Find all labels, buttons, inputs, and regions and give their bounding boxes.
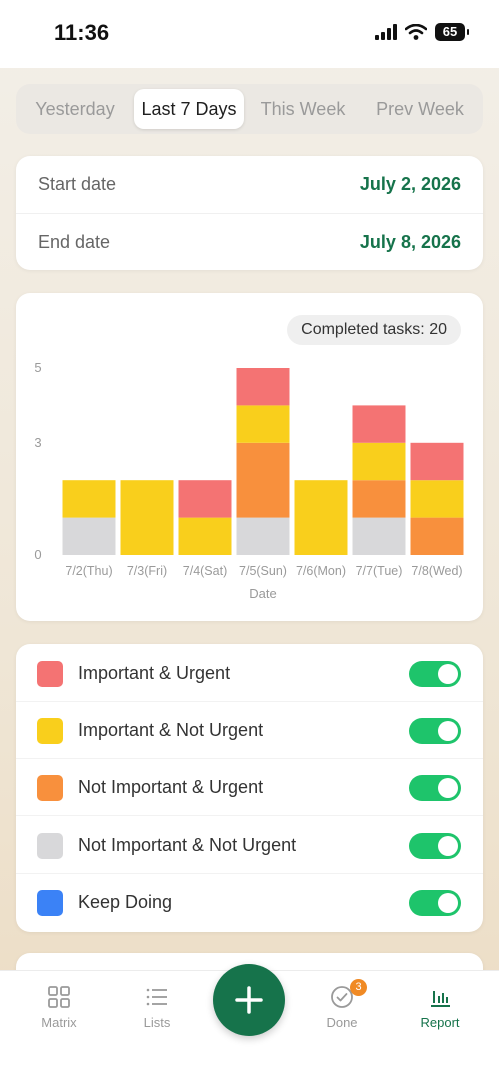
battery-indicator: 65	[435, 23, 469, 41]
bar-segment	[352, 480, 406, 518]
toggle-keep-doing[interactable]	[409, 889, 461, 916]
bar-segment	[294, 480, 348, 555]
wifi-icon	[405, 24, 427, 40]
toggle-knob	[438, 835, 458, 856]
bar-segment	[236, 517, 290, 555]
bar-segment	[352, 517, 406, 555]
status-bar: 11:36 65	[0, 0, 499, 68]
bar-segment	[178, 480, 232, 518]
tab-report-label: Report	[420, 1015, 460, 1030]
toggle-knob	[438, 720, 458, 741]
legend-label: Not Important & Urgent	[78, 777, 264, 797]
bar-segment	[120, 480, 174, 555]
divider	[16, 815, 483, 816]
bar-segment	[178, 517, 232, 555]
legend-row-important-urgent: Important & Urgent	[16, 645, 483, 702]
bar-segment	[62, 517, 116, 555]
tab-lists[interactable]: Lists	[117, 985, 197, 1030]
bar-segment	[410, 480, 464, 518]
tab-done-label: Done	[326, 1015, 358, 1030]
x-tick-label: 7/7(Tue)	[356, 564, 403, 578]
segment-prev-week[interactable]: Prev Week	[362, 89, 478, 129]
x-tick-label: 7/2(Thu)	[65, 564, 112, 578]
bar-segment	[236, 405, 290, 443]
bar-segment	[236, 442, 290, 518]
x-tick-label: 7/6(Mon)	[296, 564, 346, 578]
legend-label: Not Important & Not Urgent	[78, 835, 297, 855]
toggle-knob	[438, 892, 458, 913]
date-range-card: Start date July 2, 2026 End date July 8,…	[16, 156, 483, 270]
segment-last-7-days[interactable]: Last 7 Days	[134, 89, 244, 129]
start-date-row[interactable]: Start date July 2, 2026	[16, 156, 483, 213]
legend-card: Important & Urgent Important & Not Urgen…	[16, 644, 483, 932]
status-time: 11:36	[54, 20, 110, 45]
tab-report[interactable]: Report	[400, 985, 480, 1030]
legend-row-not-important-urgent: Not Important & Urgent	[16, 759, 483, 816]
legend-label: Important & Not Urgent	[78, 720, 264, 740]
legend-row-keep-doing: Keep Doing	[16, 874, 483, 931]
legend-row-not-important-not-urgent: Not Important & Not Urgent	[16, 817, 483, 874]
toggle-knob	[438, 777, 458, 798]
done-count-badge: 3	[350, 979, 367, 996]
y-tick-label: 5	[34, 360, 41, 375]
y-tick-label: 3	[34, 435, 41, 450]
segment-this-week[interactable]: This Week	[244, 89, 362, 129]
x-tick-label: 7/3(Fri)	[127, 564, 167, 578]
toggle-important-urgent[interactable]	[409, 660, 461, 687]
x-tick-label: 7/8(Wed)	[411, 564, 462, 578]
bar-segment	[236, 368, 290, 406]
legend-swatch	[37, 832, 63, 859]
tab-matrix-label: Matrix	[41, 1015, 77, 1030]
end-date-label: End date	[38, 231, 111, 252]
bar-segment	[352, 442, 406, 481]
date-range-segmented-control: Yesterday Last 7 Days This Week Prev Wee…	[16, 84, 483, 134]
segment-yesterday[interactable]: Yesterday	[16, 89, 134, 129]
grid-icon	[48, 986, 70, 1008]
toggle-not-important-not-urgent[interactable]	[409, 832, 461, 859]
tab-matrix[interactable]: Matrix	[19, 985, 99, 1030]
legend-swatch	[37, 717, 63, 744]
legend-label: Keep Doing	[78, 892, 173, 912]
bar-chart-icon	[431, 991, 450, 1007]
legend-swatch	[37, 889, 63, 916]
x-axis-label: Date	[249, 586, 276, 601]
legend-label: Important & Urgent	[78, 663, 231, 683]
toggle-important-not-urgent[interactable]	[409, 717, 461, 744]
cellular-signal-icon	[375, 24, 397, 40]
tab-lists-label: Lists	[143, 1015, 171, 1030]
end-date-row[interactable]: End date July 8, 2026	[16, 213, 483, 270]
tab-done[interactable]: Done	[302, 985, 382, 1030]
y-tick-label: 0	[34, 547, 41, 562]
bar-segment	[410, 517, 464, 555]
add-task-button[interactable]	[213, 964, 285, 1036]
status-icons: 65	[375, 23, 469, 41]
toggle-not-important-urgent[interactable]	[409, 774, 461, 801]
legend-swatch	[37, 774, 63, 801]
completed-tasks-badge: Completed tasks: 20	[287, 315, 461, 345]
chart-card: 0 3 5 7/2(Thu) 7/3(Fri) 7/4(Sat) 7/5(Sun) 7/6(M…	[16, 293, 483, 621]
start-date-label: Start date	[38, 174, 117, 194]
bar-segment	[62, 480, 116, 518]
legend-swatch	[37, 660, 63, 687]
plus-icon	[235, 986, 263, 1014]
x-tick-label: 7/4(Sat)	[183, 564, 227, 578]
x-tick-label: 7/5(Sun)	[239, 564, 287, 578]
bar-segment	[410, 442, 464, 481]
list-icon	[146, 988, 167, 1006]
end-date-value[interactable]: July 8, 2026	[360, 232, 461, 253]
bar-segment	[352, 405, 406, 443]
legend-row-important-not-urgent: Important & Not Urgent	[16, 702, 483, 759]
start-date-value[interactable]: July 2, 2026	[360, 174, 461, 195]
toggle-knob	[438, 663, 458, 684]
